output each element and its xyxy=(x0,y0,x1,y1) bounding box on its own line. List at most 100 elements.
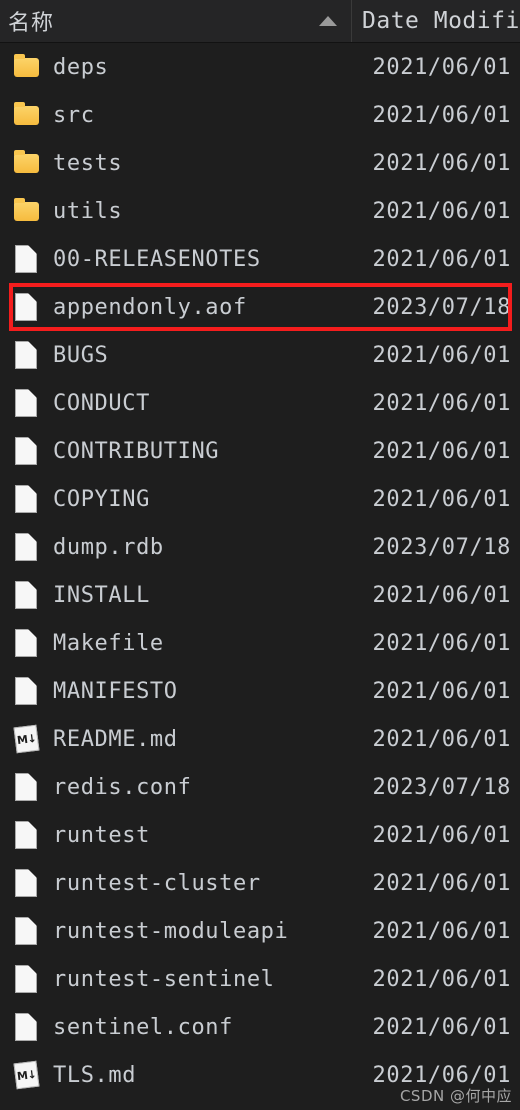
file-row[interactable]: dump.rdb 2023/07/18 xyxy=(0,523,520,571)
file-row[interactable]: tests 2021/06/01 xyxy=(0,139,520,187)
file-row[interactable]: MANIFESTO 2021/06/01 xyxy=(0,667,520,715)
file-icon xyxy=(14,868,40,898)
file-name-label: runtest xyxy=(53,822,150,848)
page-shape xyxy=(15,965,37,993)
file-row[interactable]: runtest-cluster 2021/06/01 xyxy=(0,859,520,907)
file-row[interactable]: runtest-sentinel 2021/06/01 xyxy=(0,955,520,1003)
file-row[interactable]: runtest-moduleapi 2021/06/01 xyxy=(0,907,520,955)
file-name-label: runtest-cluster xyxy=(53,870,261,896)
file-name-label: sentinel.conf xyxy=(53,1014,233,1040)
page-shape xyxy=(15,677,37,705)
column-header-date-modified[interactable]: Date Modifie xyxy=(352,0,520,42)
column-header-name[interactable]: 名称 xyxy=(0,0,352,42)
file-date-modified-label: 2021/06/01 xyxy=(372,726,511,752)
file-row[interactable]: CONDUCT 2021/06/01 xyxy=(0,379,520,427)
page-shape xyxy=(15,485,37,513)
page-shape xyxy=(15,389,37,417)
file-date-modified-label: 2021/06/01 xyxy=(372,342,511,368)
file-name-label: MANIFESTO xyxy=(53,678,178,704)
folder-icon xyxy=(14,196,40,226)
file-date-modified-label: 2021/06/01 xyxy=(372,150,511,176)
page-shape xyxy=(15,917,37,945)
page-shape xyxy=(15,821,37,849)
file-row[interactable]: runtest 2021/06/01 xyxy=(0,811,520,859)
file-date-modified-label: 2023/07/18 xyxy=(372,534,511,560)
file-icon xyxy=(14,388,40,418)
file-name-label: COPYING xyxy=(53,486,150,512)
file-row[interactable]: Makefile 2021/06/01 xyxy=(0,619,520,667)
folder-icon xyxy=(14,100,40,130)
file-row[interactable]: COPYING 2021/06/01 xyxy=(0,475,520,523)
file-date-modified-label: 2021/06/01 xyxy=(372,822,511,848)
file-icon xyxy=(14,916,40,946)
file-row[interactable]: 00-RELEASENOTES 2021/06/01 xyxy=(0,235,520,283)
file-date-modified-label: 2021/06/01 xyxy=(372,966,511,992)
file-date-modified-label: 2021/06/01 xyxy=(372,870,511,896)
file-icon xyxy=(14,292,40,322)
file-list[interactable]: deps 2021/06/01 src 2021/06/01 tests 2021/06/… xyxy=(0,43,520,1099)
file-date-modified-label: 2021/06/01 xyxy=(372,246,511,272)
file-row[interactable]: appendonly.aof 2023/07/18 xyxy=(0,283,520,331)
page-shape xyxy=(15,773,37,801)
column-header-bar: 名称 Date Modifie xyxy=(0,0,520,43)
sort-ascending-arrow-icon[interactable] xyxy=(319,16,337,26)
file-icon xyxy=(14,340,40,370)
file-date-modified-label: 2021/06/01 xyxy=(372,1062,511,1088)
markdown-icon: M↓ xyxy=(13,724,40,754)
page-shape xyxy=(15,245,37,273)
page-shape xyxy=(15,341,37,369)
file-icon xyxy=(14,436,40,466)
page-shape xyxy=(15,629,37,657)
file-explorer-window: 名称 Date Modifie deps 2021/06/01 src 2021/06… xyxy=(0,0,520,1110)
page-shape xyxy=(15,533,37,561)
file-icon xyxy=(14,580,40,610)
file-name-label: TLS.md xyxy=(53,1062,137,1088)
file-icon xyxy=(14,772,40,802)
file-row[interactable]: src 2021/06/01 xyxy=(0,91,520,139)
file-row[interactable]: BUGS 2021/06/01 xyxy=(0,331,520,379)
file-date-modified-label: 2021/06/01 xyxy=(372,54,511,80)
markdown-icon: M↓ xyxy=(13,1060,40,1090)
file-date-modified-label: 2021/06/01 xyxy=(372,918,511,944)
file-date-modified-label: 2021/06/01 xyxy=(372,438,511,464)
file-row[interactable]: redis.conf 2023/07/18 xyxy=(0,763,520,811)
file-icon xyxy=(14,820,40,850)
file-name-label: tests xyxy=(53,150,123,176)
column-header-date-label: Date Modifie xyxy=(362,8,520,34)
file-row[interactable]: sentinel.conf 2021/06/01 xyxy=(0,1003,520,1051)
markdown-icon-glyph: M↓ xyxy=(16,731,37,747)
file-name-label: appendonly.aof xyxy=(53,294,247,320)
file-name-label: src xyxy=(53,102,95,128)
file-date-modified-label: 2021/06/01 xyxy=(372,678,511,704)
file-row[interactable]: CONTRIBUTING 2021/06/01 xyxy=(0,427,520,475)
page-shape xyxy=(15,869,37,897)
file-name-label: Makefile xyxy=(53,630,164,656)
page-shape xyxy=(15,437,37,465)
file-name-label: README.md xyxy=(53,726,178,752)
file-row[interactable]: utils 2021/06/01 xyxy=(0,187,520,235)
file-icon xyxy=(14,676,40,706)
file-row[interactable]: INSTALL 2021/06/01 xyxy=(0,571,520,619)
file-icon xyxy=(14,244,40,274)
file-row[interactable]: deps 2021/06/01 xyxy=(0,43,520,91)
file-name-label: runtest-sentinel xyxy=(53,966,275,992)
file-row[interactable]: M↓ README.md 2021/06/01 xyxy=(0,715,520,763)
file-date-modified-label: 2023/07/18 xyxy=(372,774,511,800)
markdown-icon-glyph: M↓ xyxy=(16,1067,37,1083)
markdown-card-shape: M↓ xyxy=(13,1060,40,1090)
file-date-modified-label: 2021/06/01 xyxy=(372,198,511,224)
file-name-label: CONTRIBUTING xyxy=(53,438,220,464)
file-name-label: redis.conf xyxy=(53,774,192,800)
folder-shape xyxy=(14,102,39,125)
file-date-modified-label: 2021/06/01 xyxy=(372,582,511,608)
column-header-name-label: 名称 xyxy=(8,11,55,36)
file-icon xyxy=(14,532,40,562)
folder-shape xyxy=(14,150,39,173)
file-date-modified-label: 2023/07/18 xyxy=(372,294,511,320)
watermark-label: CSDN @何中应 xyxy=(399,1087,512,1105)
page-shape xyxy=(15,581,37,609)
file-icon xyxy=(14,964,40,994)
file-name-label: INSTALL xyxy=(53,582,150,608)
file-name-label: 00-RELEASENOTES xyxy=(53,246,261,272)
folder-icon xyxy=(14,148,40,178)
